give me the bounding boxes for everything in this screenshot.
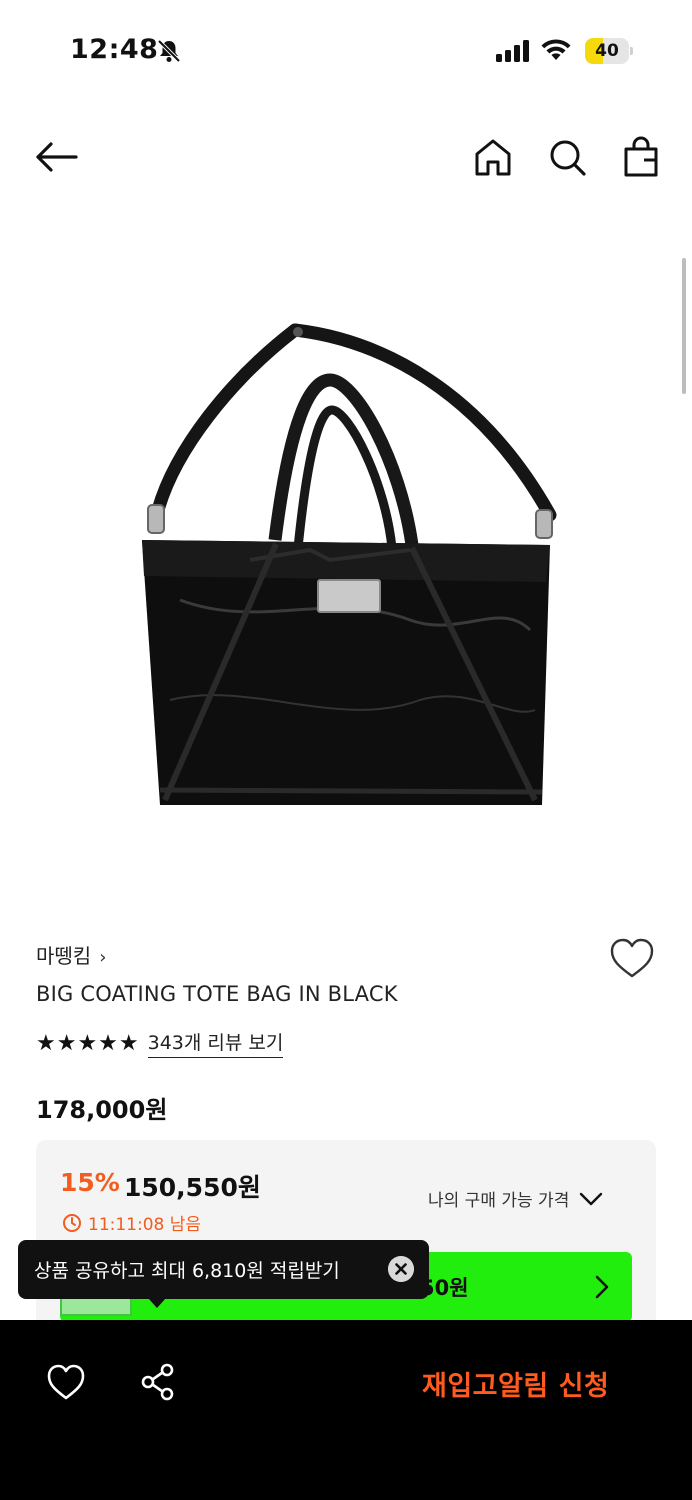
star-rating: ★★★★★ [36, 1030, 140, 1056]
battery-icon: 40 [585, 38, 633, 64]
share-reward-tooltip: 상품 공유하고 최대 6,810원 적립받기 [18, 1240, 429, 1308]
heart-icon[interactable] [606, 934, 658, 982]
home-icon[interactable] [472, 134, 514, 180]
bottom-action-bar: 재입고알림 신청 [0, 1320, 692, 1500]
review-link[interactable]: 343개 리뷰 보기 [147, 1028, 284, 1058]
search-icon[interactable] [546, 134, 588, 180]
share-icon[interactable] [138, 1360, 178, 1404]
rating-row: ★★★★★ 343개 리뷰 보기 [36, 1028, 284, 1058]
clock-icon [63, 1213, 81, 1232]
chevron-right-icon [595, 1275, 609, 1299]
discount-timer: 11:11:08 남음 [62, 1210, 201, 1235]
original-price: 178,000원 [36, 1096, 168, 1124]
wifi-icon [541, 39, 571, 60]
brand-link[interactable]: 마뗑킴 › [36, 940, 106, 969]
restock-alert-button[interactable]: 재입고알림 신청 [422, 1364, 609, 1403]
tooltip-text: 상품 공유하고 최대 6,810원 적립받기 [34, 1260, 340, 1282]
scrollbar[interactable] [682, 258, 686, 394]
timer-text: 11:11:08 남음 [88, 1215, 202, 1235]
heart-icon[interactable] [44, 1360, 88, 1404]
tooltip-pointer [148, 1298, 166, 1308]
my-price-toggle[interactable]: 나의 구매 가능 가격 [428, 1186, 603, 1211]
chevron-down-icon [580, 1192, 603, 1205]
battery-body: 40 [585, 38, 629, 64]
discount-percent: 15% [60, 1168, 120, 1197]
brand-name: 마뗑킴 [36, 944, 92, 968]
bell-slash-icon [157, 39, 181, 63]
product-title: BIG COATING TOTE BAG IN BLACK [36, 982, 398, 1006]
back-arrow-icon[interactable] [34, 134, 80, 180]
chevron-right-icon: › [99, 947, 107, 968]
status-time: 12:48 [70, 34, 159, 65]
product-image[interactable] [80, 300, 612, 860]
shopping-bag-icon[interactable] [620, 134, 662, 180]
discount-price: 150,550원 [124, 1173, 261, 1202]
battery-tip [630, 47, 633, 55]
battery-level: 40 [595, 41, 619, 61]
my-price-label: 나의 구매 가능 가격 [428, 1191, 570, 1211]
top-nav [0, 120, 692, 196]
close-icon[interactable] [388, 1256, 414, 1282]
status-bar: 12:48 40 [0, 0, 692, 100]
signal-icon [496, 40, 529, 62]
